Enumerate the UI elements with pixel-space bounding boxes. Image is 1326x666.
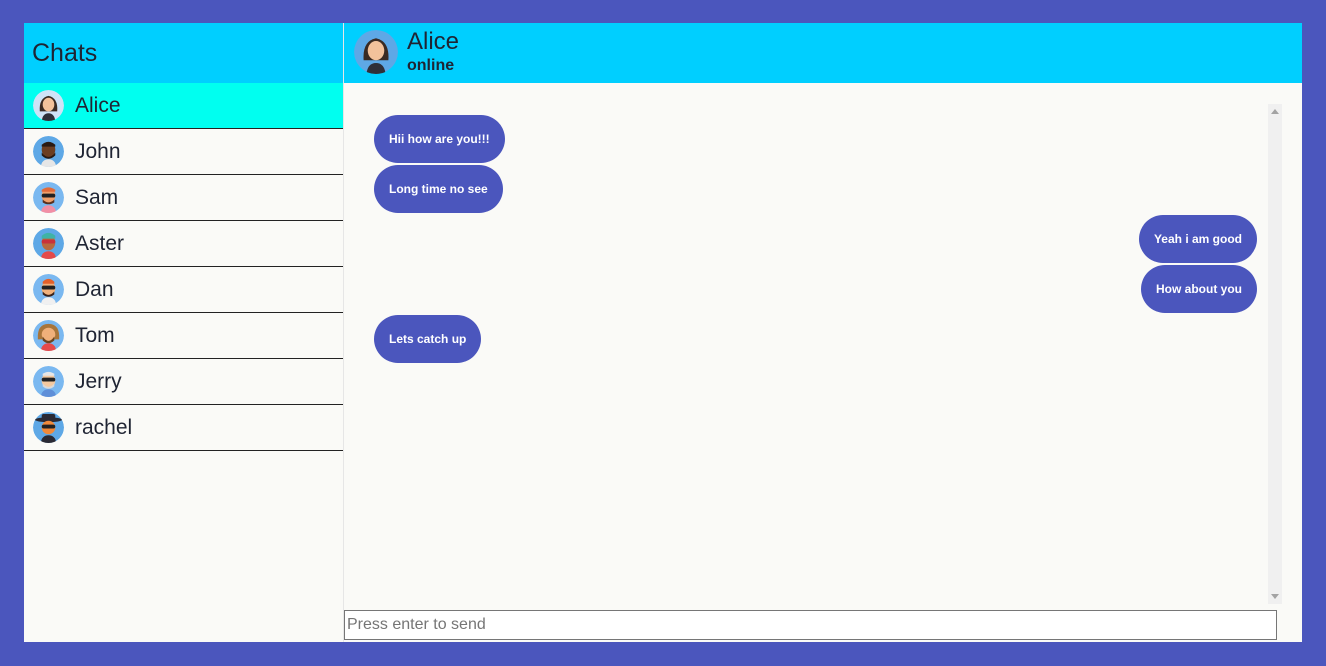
chat-header: Alice online (344, 23, 1302, 83)
chat-contact-status: online (407, 57, 455, 74)
avatar-alice-icon (354, 30, 398, 74)
message-bubble-received: Lets catch up (374, 315, 482, 363)
contact-name: Jerry (75, 369, 122, 393)
chat-app: Chats Alice John Sam Aster Dan Tom Jerry… (24, 23, 1302, 642)
contact-item-rachel[interactable]: rachel (24, 405, 343, 451)
contact-name: Tom (75, 323, 115, 347)
contact-name: rachel (75, 415, 133, 439)
sidebar-title: Chats (32, 38, 98, 67)
chat-contact-name: Alice (407, 28, 460, 55)
contact-item-john[interactable]: John (24, 129, 343, 175)
avatar-jerry-icon (33, 366, 64, 397)
sidebar: Chats Alice John Sam Aster Dan Tom Jerry… (24, 23, 344, 642)
message-bubble-sent: Yeah i am good (1138, 215, 1257, 263)
contact-item-jerry[interactable]: Jerry (24, 359, 343, 405)
message-bubble-sent: How about you (1141, 265, 1257, 313)
avatar-sam-icon (33, 182, 64, 213)
avatar-rachel-icon (33, 412, 64, 443)
contact-item-tom[interactable]: Tom (24, 313, 343, 359)
contact-name: Alice (75, 93, 121, 117)
scroll-down-icon[interactable] (1271, 594, 1279, 599)
avatar-john-icon (33, 136, 64, 167)
contact-name: Sam (75, 185, 119, 209)
contact-name: Dan (75, 277, 114, 301)
contact-item-dan[interactable]: Dan (24, 267, 343, 313)
avatar-alice-icon (33, 90, 64, 121)
message-bubble-received: Hii how are you!!! (374, 115, 505, 163)
contact-item-aster[interactable]: Aster (24, 221, 343, 267)
avatar-aster-icon (33, 228, 64, 259)
contact-item-alice[interactable]: Alice (24, 83, 343, 129)
avatar-dan-icon (33, 274, 64, 305)
scroll-up-icon[interactable] (1271, 109, 1279, 114)
contact-name: John (75, 139, 121, 163)
contact-item-sam[interactable]: Sam (24, 175, 343, 221)
chat-panel: Alice online Hii how are you!!! Long tim… (344, 23, 1302, 642)
sidebar-header: Chats (24, 23, 343, 83)
contact-name: Aster (75, 231, 125, 255)
message-list: Hii how are you!!! Long time no see Yeah… (344, 83, 1302, 609)
message-input[interactable] (344, 610, 1277, 640)
message-bubble-received: Long time no see (374, 165, 503, 213)
avatar-tom-icon (33, 320, 64, 351)
message-scrollbar[interactable] (1268, 104, 1282, 604)
